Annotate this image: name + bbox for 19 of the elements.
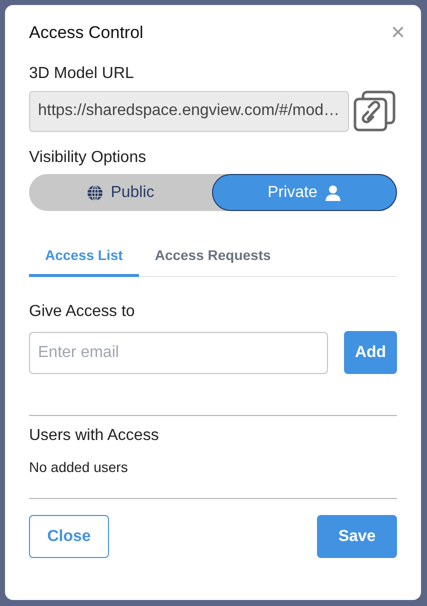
field-label: 3D Model URL [29,65,135,83]
tab[interactable]: Access Requests [138,235,287,277]
copy-link-button[interactable] [353,90,397,132]
dialog-title: Access Control [29,23,144,43]
empty-message: No added users [29,459,129,475]
email-field[interactable]: Enter email [29,332,328,374]
tab[interactable]: Access List [29,235,139,277]
close-button[interactable]: × [390,23,405,43]
visibility-option[interactable]: Private [212,174,397,211]
add-button[interactable]: Add [344,331,397,374]
globe-icon [86,184,103,200]
section-label: Users with Access [29,427,160,445]
visibility-option[interactable]: Public [29,174,212,211]
close-button[interactable]: Close [29,515,109,558]
section-label: Visibility Options [29,149,148,167]
url-field[interactable]: https://sharedspace.engview.com/#/mod… [29,90,349,132]
user-icon [325,184,342,200]
section-label: Give Access to [29,303,136,321]
save-button[interactable]: Save [317,515,397,558]
